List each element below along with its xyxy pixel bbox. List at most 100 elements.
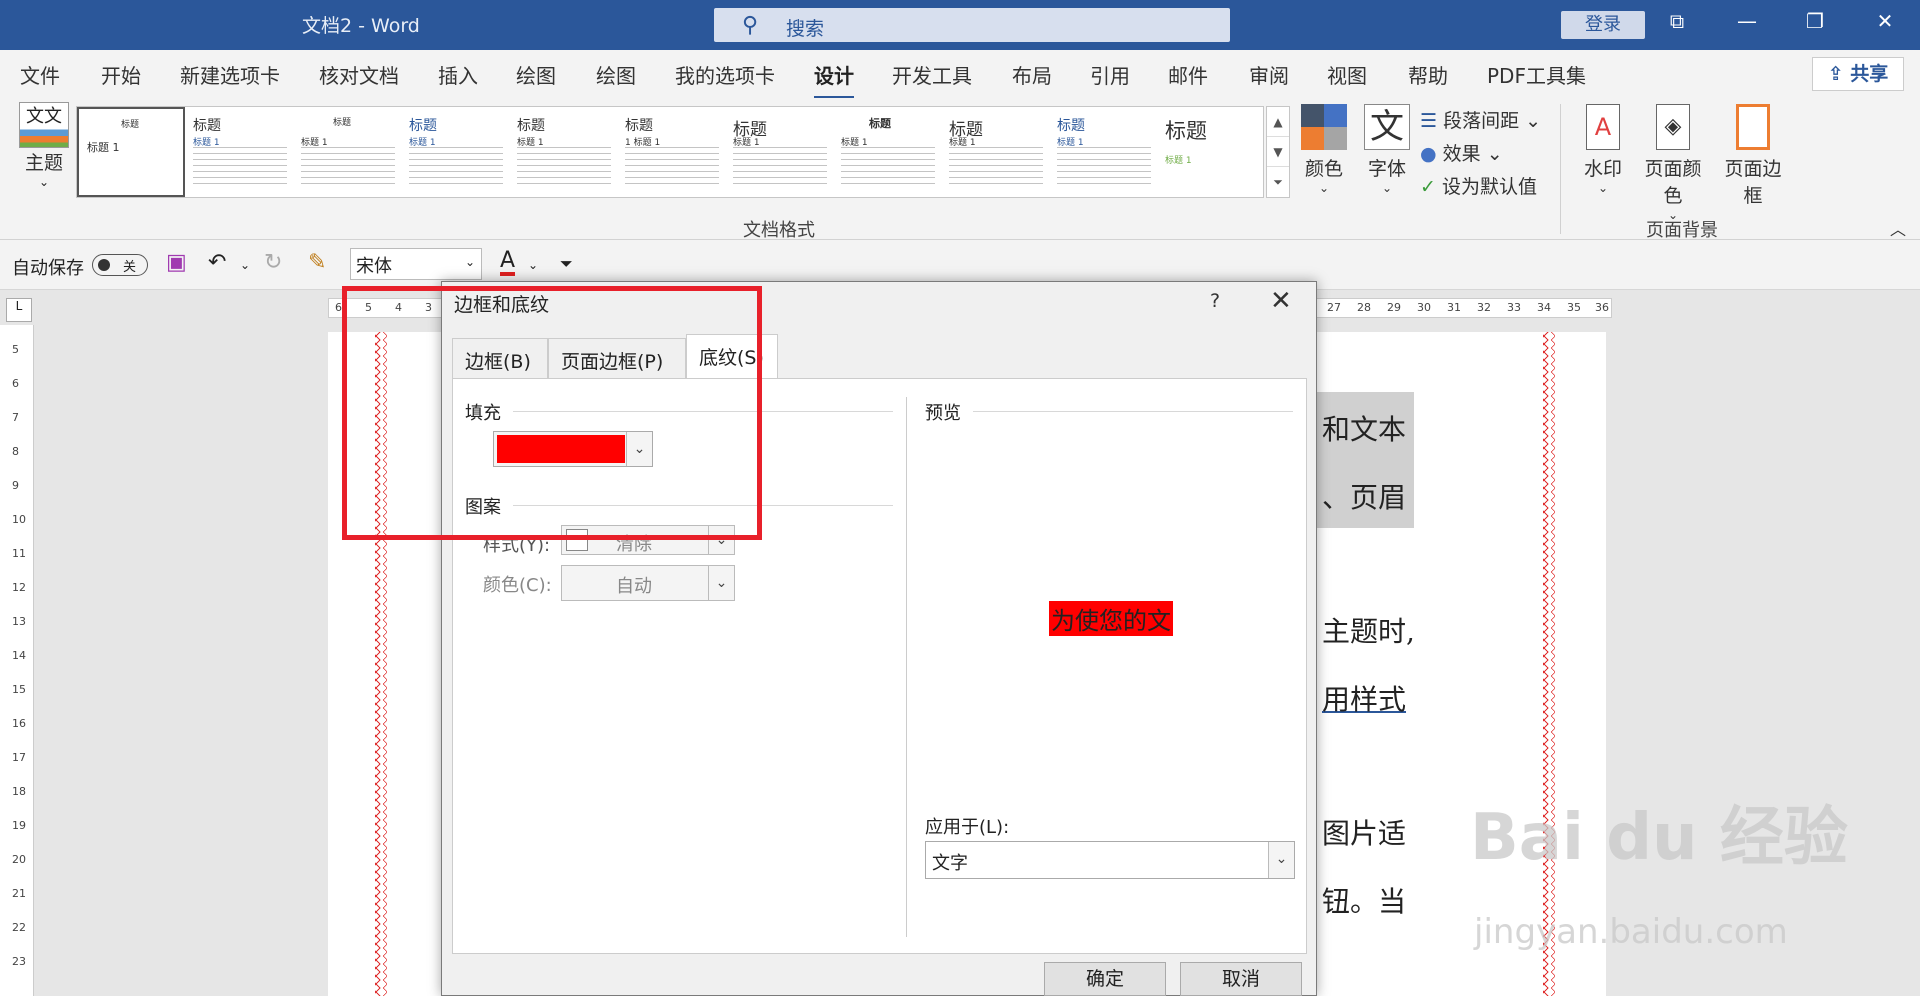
tab-new[interactable]: 新建选项卡 <box>180 60 280 89</box>
gallery-item[interactable]: 标题 标题 1 <box>1157 107 1265 197</box>
check-circle-icon: ✓ <box>1420 176 1436 198</box>
close-window-icon[interactable]: ✕ <box>1870 9 1900 33</box>
tab-help[interactable]: 帮助 <box>1408 60 1448 89</box>
pattern-style-value: 清除 <box>616 534 652 555</box>
tab-mailings[interactable]: 邮件 <box>1168 60 1208 89</box>
fonts-button[interactable]: 文 字体 ⌄ <box>1362 104 1412 195</box>
collapse-ribbon-icon[interactable]: ︿ <box>1890 216 1906 240</box>
search-box[interactable]: ⚲ 搜索 <box>714 8 1230 42</box>
tab-pdf[interactable]: PDF工具集 <box>1487 60 1586 89</box>
window-title: 文档2 - Word <box>302 15 420 37</box>
tab-insert[interactable]: 插入 <box>438 60 478 89</box>
tab-shading[interactable]: 底纹(S) <box>686 334 778 379</box>
ruler-number: 8 <box>12 445 19 458</box>
style-label: 样式(Y): <box>483 535 551 556</box>
fill-color-combo[interactable]: ⌄ <box>493 431 653 467</box>
minimize-icon[interactable]: — <box>1732 9 1762 33</box>
tab-draw-2[interactable]: 绘图 <box>596 60 636 89</box>
autosave-toggle[interactable]: 关 <box>92 254 148 276</box>
undo-icon[interactable]: ↶ <box>208 250 226 275</box>
apply-to-combo[interactable]: 文字 ⌄ <box>925 841 1295 879</box>
tab-selector[interactable]: L <box>6 298 32 322</box>
redo-icon[interactable]: ↻ <box>264 250 282 275</box>
effects-button[interactable]: ● 效果 ⌄ <box>1420 139 1503 166</box>
fill-color-swatch <box>497 435 625 463</box>
gallery-item[interactable]: 标题 标题 1 <box>941 107 1049 197</box>
ribbon-display-icon[interactable]: ⧉ <box>1662 9 1692 33</box>
page-color-button[interactable]: ◈ 页面颜色 ⌄ <box>1636 104 1710 222</box>
baidu-watermark-url: jingyan.baidu.com <box>1474 912 1788 952</box>
customize-qat-icon[interactable]: ⏷ <box>560 254 573 274</box>
pattern-color-combo[interactable]: 自动 ⌄ <box>561 565 735 601</box>
restore-icon[interactable]: ❐ <box>1800 9 1830 33</box>
tab-file[interactable]: 文件 <box>20 60 60 89</box>
themes-button[interactable]: 文文 主题 ⌄ <box>14 102 74 189</box>
doc-text-line[interactable]: 用样式 <box>1322 678 1406 718</box>
gallery-item[interactable]: 标题 标题 1 <box>185 107 293 197</box>
chevron-down-icon: ⌄ <box>1318 181 1330 195</box>
font-name-combo[interactable]: 宋体 ⌄ <box>350 248 482 280</box>
gallery-item[interactable]: 标题 标题 1 <box>833 107 941 197</box>
vertical-ruler[interactable]: 5 6 7 8 9 10 11 12 13 14 15 16 17 18 19 … <box>0 325 34 996</box>
fill-section-label: 填充 <box>465 403 501 424</box>
doc-text-line[interactable]: 钮。当 <box>1322 880 1406 920</box>
search-icon: ⚲ <box>742 13 759 38</box>
gallery-item[interactable]: 标题 标题 1 <box>725 107 833 197</box>
gallery-up-icon[interactable]: ▲ <box>1267 107 1289 137</box>
tab-page-border[interactable]: 页面边框(P) <box>548 338 686 378</box>
tab-borders[interactable]: 边框(B) <box>452 338 548 378</box>
ruler-number: 32 <box>1477 301 1491 314</box>
style-gallery[interactable]: 标题 标题 1 标题 标题 1 标题 标题 1 标题 标题 1 标题 标题 1 标题 1 … <box>76 106 1264 198</box>
login-button[interactable]: 登录 <box>1561 11 1645 39</box>
doc-text-line[interactable]: 、页眉 <box>1322 476 1406 516</box>
page-border-label: 页面边框 <box>1724 158 1782 207</box>
gallery-item[interactable]: 标题 标题 1 <box>293 107 401 197</box>
ribbon: 文文 主题 ⌄ 标题 标题 1 标题 标题 1 标题 标题 1 标题 标题 1 标题标… <box>0 98 1920 241</box>
tab-design[interactable]: 设计 <box>814 60 854 99</box>
font-name-value: 宋体 <box>356 256 392 277</box>
set-default-button[interactable]: ✓ 设为默认值 <box>1420 172 1537 199</box>
gallery-item[interactable]: 标题 标题 1 <box>401 107 509 197</box>
watermark-button[interactable]: A 水印 ⌄ <box>1578 104 1628 195</box>
cancel-button[interactable]: 取消 <box>1180 962 1302 996</box>
ok-button[interactable]: 确定 <box>1044 962 1166 996</box>
gallery-item[interactable]: 标题 标题 1 <box>509 107 617 197</box>
font-color-dropdown-icon[interactable]: ⌄ <box>528 258 538 272</box>
close-icon[interactable]: ✕ <box>1270 286 1292 316</box>
page-color-icon: ◈ <box>1656 104 1690 150</box>
gallery-item[interactable]: 标题 1 标题 1 <box>617 107 725 197</box>
tab-developer[interactable]: 开发工具 <box>892 60 972 89</box>
tab-layout[interactable]: 布局 <box>1012 60 1052 89</box>
chevron-down-icon: ⌄ <box>1381 181 1393 195</box>
paragraph-spacing-button[interactable]: ☰ 段落间距 ⌄ <box>1420 106 1541 133</box>
tab-draw-1[interactable]: 绘图 <box>516 60 556 89</box>
tab-home[interactable]: 开始 <box>101 60 141 89</box>
help-icon[interactable]: ? <box>1210 290 1220 312</box>
font-color-icon[interactable]: A <box>500 250 516 276</box>
gallery-item[interactable]: 标题 标题 1 <box>77 107 185 197</box>
divider <box>973 411 1293 412</box>
doc-text-line[interactable]: 主题时, <box>1322 610 1415 650</box>
undo-dropdown-icon[interactable]: ⌄ <box>240 258 250 272</box>
tab-my-tab[interactable]: 我的选项卡 <box>675 60 775 89</box>
tab-references[interactable]: 引用 <box>1090 60 1130 89</box>
color-label: 颜色(C): <box>483 575 552 596</box>
tab-view[interactable]: 视图 <box>1327 60 1367 89</box>
gallery-scroll[interactable]: ▲ ▼ ⏷ <box>1266 106 1290 198</box>
colors-button[interactable]: 颜色 ⌄ <box>1298 104 1350 195</box>
gallery-item[interactable]: 标题 标题 1 <box>1049 107 1157 197</box>
tab-review-doc[interactable]: 核对文档 <box>319 60 399 89</box>
tab-review[interactable]: 审阅 <box>1249 60 1289 89</box>
share-button[interactable]: ⇪ 共享 <box>1812 57 1904 91</box>
format-painter-icon[interactable]: ✎ <box>308 250 326 275</box>
ruler-number: 31 <box>1447 301 1461 314</box>
gallery-down-icon[interactable]: ▼ <box>1267 137 1289 167</box>
effects-icon: ● <box>1420 143 1437 165</box>
gallery-more-icon[interactable]: ⏷ <box>1267 167 1289 197</box>
doc-text-line[interactable]: 和文本 <box>1322 408 1406 448</box>
ruler-number: 15 <box>12 683 26 696</box>
pattern-style-combo[interactable]: 清除 ⌄ <box>561 525 735 555</box>
page-border-button[interactable]: 页面边框 <box>1716 104 1790 208</box>
save-icon[interactable]: ▣ <box>166 250 187 275</box>
doc-text-line[interactable]: 图片适 <box>1322 812 1406 852</box>
